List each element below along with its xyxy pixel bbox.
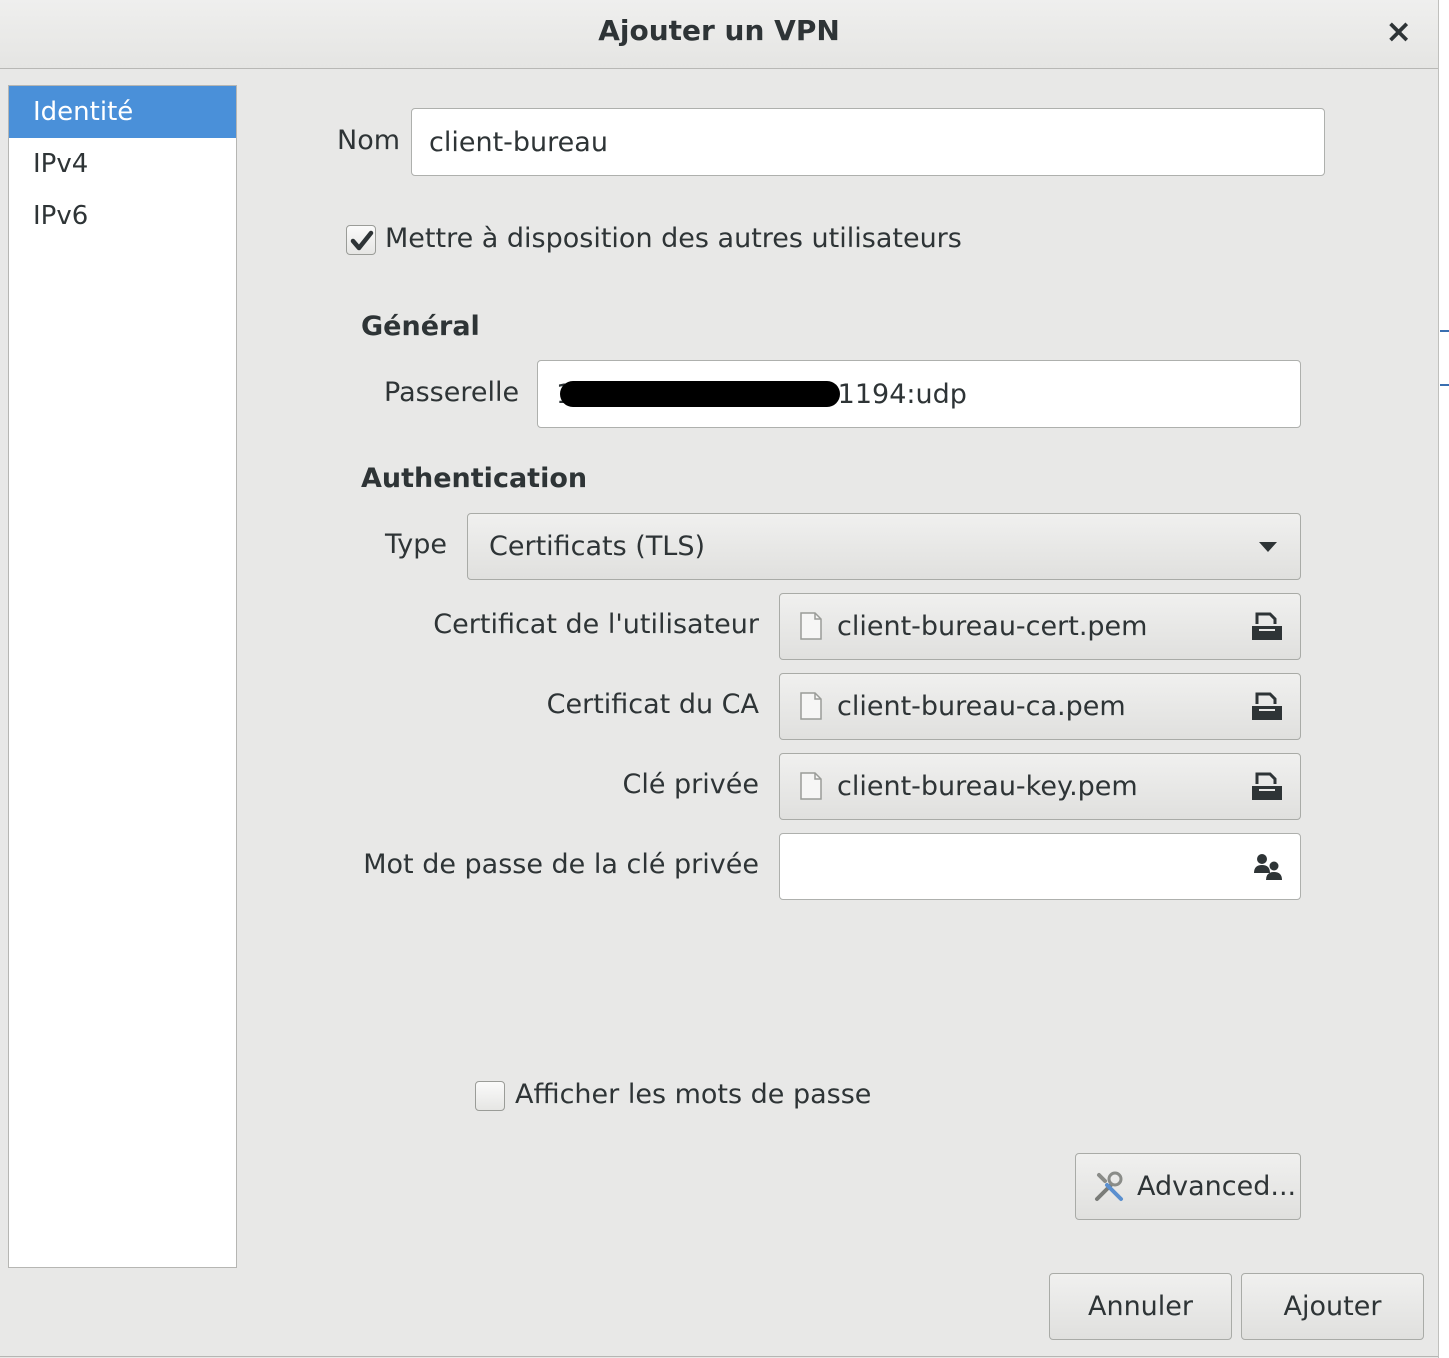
- gateway-suffix: t:1194:udp: [818, 378, 967, 410]
- user-cert-chooser[interactable]: client-bureau-cert.pem: [779, 593, 1301, 660]
- background-accent-line: [1440, 384, 1449, 386]
- general-heading: Général: [361, 311, 480, 342]
- title-bar: Ajouter un VPN ×: [0, 0, 1438, 69]
- sidebar-item-ipv6[interactable]: IPv6: [9, 190, 236, 242]
- name-label: Nom: [337, 125, 401, 156]
- redaction-mark: [560, 381, 840, 407]
- folder-open-icon: [1252, 772, 1282, 800]
- folder-open-icon: [1252, 612, 1282, 640]
- advanced-button[interactable]: Advanced...: [1075, 1153, 1301, 1220]
- add-button[interactable]: Ajouter: [1241, 1273, 1424, 1340]
- cancel-button-label: Annuler: [1087, 1291, 1194, 1322]
- ca-cert-filename: client-bureau-ca.pem: [837, 691, 1126, 722]
- users-icon[interactable]: [1253, 853, 1283, 881]
- user-cert-filename: client-bureau-cert.pem: [837, 611, 1148, 642]
- dropdown-arrow-icon: [1259, 542, 1277, 552]
- auth-heading: Authentication: [361, 463, 588, 494]
- file-icon: [800, 772, 822, 800]
- name-field-value: client-bureau: [429, 126, 608, 158]
- type-label: Type: [385, 529, 448, 560]
- gateway-field[interactable]: 1 t:1194:udp: [537, 360, 1301, 428]
- cancel-button[interactable]: Annuler: [1049, 1273, 1232, 1340]
- key-password-field[interactable]: [779, 833, 1301, 900]
- private-key-filename: client-bureau-key.pem: [837, 771, 1138, 802]
- tools-icon: [1095, 1171, 1123, 1201]
- ca-cert-chooser[interactable]: client-bureau-ca.pem: [779, 673, 1301, 740]
- show-passwords-checkbox[interactable]: [475, 1081, 505, 1111]
- dialog-title: Ajouter un VPN: [598, 14, 840, 47]
- share-label[interactable]: Mettre à disposition des autres utilisat…: [385, 223, 962, 254]
- file-icon: [800, 692, 822, 720]
- file-icon: [800, 612, 822, 640]
- background-window-edge: [1438, 0, 1449, 1358]
- advanced-button-label: Advanced...: [1137, 1171, 1297, 1202]
- share-checkbox[interactable]: [346, 225, 376, 255]
- user-cert-label: Certificat de l'utilisateur: [433, 609, 759, 640]
- type-dropdown-value: Certificats (TLS): [489, 531, 706, 562]
- gateway-label: Passerelle: [384, 377, 520, 408]
- add-button-label: Ajouter: [1283, 1291, 1382, 1322]
- sidebar-item-identite[interactable]: Identité: [9, 86, 236, 138]
- private-key-label: Clé privée: [622, 769, 760, 800]
- close-button[interactable]: ×: [1385, 12, 1412, 50]
- folder-open-icon: [1252, 692, 1282, 720]
- ca-cert-label: Certificat du CA: [546, 689, 759, 720]
- type-dropdown[interactable]: Certificats (TLS): [467, 513, 1301, 580]
- background-accent-line: [1440, 330, 1449, 332]
- private-key-chooser[interactable]: client-bureau-key.pem: [779, 753, 1301, 820]
- vpn-dialog: Ajouter un VPN × Identité IPv4 IPv6 Nom …: [0, 0, 1438, 1357]
- sidebar-item-ipv4[interactable]: IPv4: [9, 138, 236, 190]
- show-passwords-label[interactable]: Afficher les mots de passe: [515, 1079, 871, 1110]
- key-password-label: Mot de passe de la clé privée: [363, 849, 759, 880]
- name-field[interactable]: client-bureau: [411, 108, 1325, 176]
- sidebar: Identité IPv4 IPv6: [8, 85, 237, 1268]
- close-icon: ×: [1385, 12, 1412, 50]
- check-icon: [350, 230, 374, 251]
